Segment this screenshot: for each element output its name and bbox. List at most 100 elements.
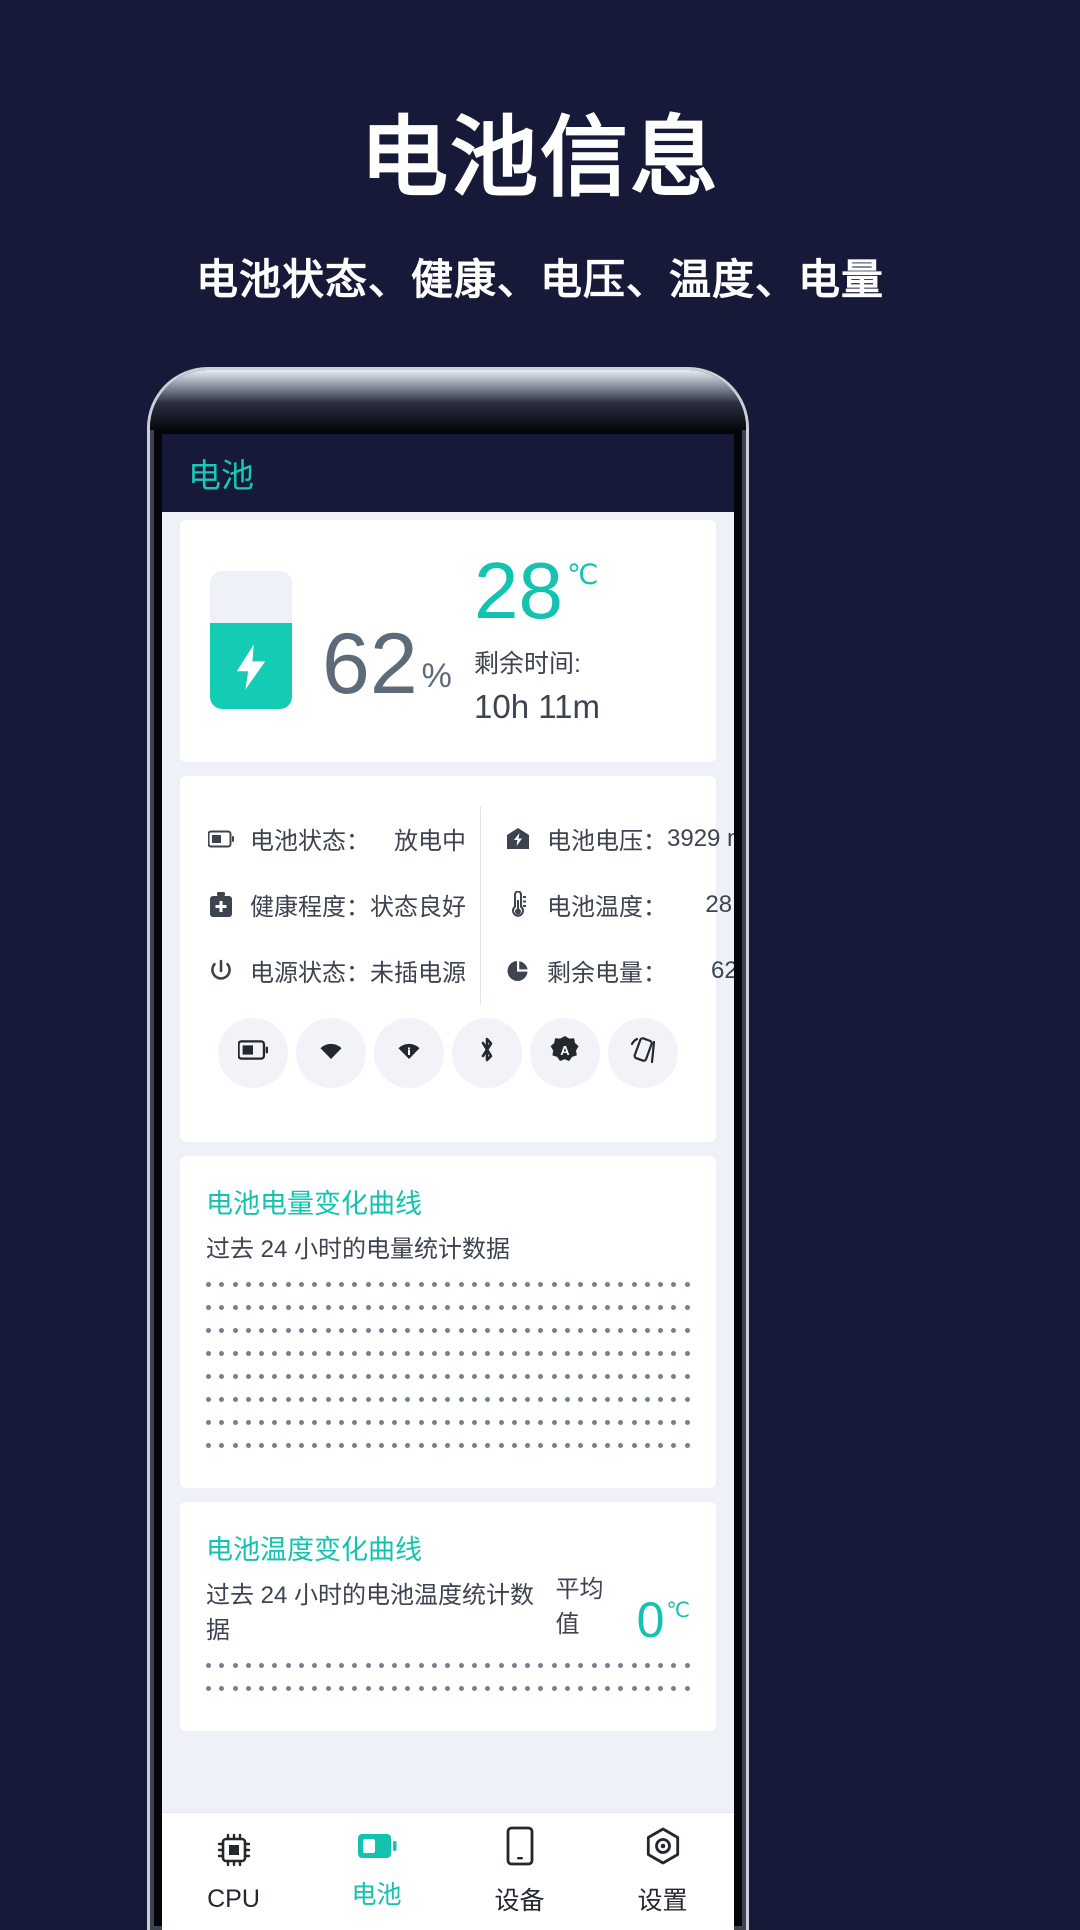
chart-dot	[578, 1281, 584, 1287]
chart-dot	[285, 1662, 291, 1668]
chart-dot	[618, 1350, 624, 1356]
chart-dot	[365, 1350, 371, 1356]
chart-dot	[418, 1419, 424, 1425]
chart-dot	[259, 1662, 265, 1668]
chart-dot	[565, 1304, 571, 1310]
chart-dot	[498, 1685, 504, 1691]
chart-dot	[631, 1396, 637, 1402]
chart-dot	[232, 1685, 238, 1691]
toggle-bluetooth[interactable]	[452, 1017, 522, 1088]
chart-dot	[618, 1685, 624, 1691]
chart-dot	[405, 1685, 411, 1691]
chart-dot	[259, 1327, 265, 1333]
chart-dot	[525, 1685, 531, 1691]
chart-dot	[498, 1442, 504, 1448]
chart-dot	[338, 1419, 344, 1425]
chart-dot	[312, 1327, 318, 1333]
chart-dot	[259, 1373, 265, 1379]
chart-dot	[378, 1396, 384, 1402]
chart-dot	[565, 1281, 571, 1287]
chart-dot	[206, 1662, 211, 1668]
nav-item-cpu[interactable]: CPU	[162, 1830, 305, 1914]
chart-dot	[219, 1419, 225, 1425]
nav-item-battery[interactable]: 电池	[305, 1832, 448, 1911]
chart-dot	[365, 1373, 371, 1379]
chart-dot	[604, 1304, 610, 1310]
chart-dot	[498, 1373, 504, 1379]
chart-dot	[565, 1396, 571, 1402]
chart-dot	[578, 1662, 584, 1668]
toggle-hotspot[interactable]	[374, 1017, 444, 1088]
chart-dot	[206, 1685, 211, 1691]
chart-dot	[365, 1304, 371, 1310]
toggle-auto-brightness[interactable]: A	[530, 1017, 600, 1088]
chart-dot	[445, 1281, 451, 1287]
page-subtitle: 电池状态、健康、电压、温度、电量	[195, 256, 884, 304]
page-title: 电池信息	[359, 108, 720, 207]
chart-dot	[511, 1281, 517, 1287]
chart-dot	[684, 1327, 690, 1333]
chart-dot	[538, 1685, 544, 1691]
chart-dot	[285, 1327, 291, 1333]
chart-dot	[352, 1304, 358, 1310]
chart-dot	[618, 1281, 624, 1287]
battery-percent: 62 %	[322, 554, 452, 726]
chart-dot	[432, 1350, 438, 1356]
chart-dot	[418, 1373, 424, 1379]
chart-dot	[325, 1350, 331, 1356]
chart-dot	[418, 1304, 424, 1310]
chart-dot	[618, 1373, 624, 1379]
chart-dot	[432, 1281, 438, 1287]
detail-value: 放电中	[394, 828, 466, 856]
chart-placeholder-grid	[206, 1662, 690, 1691]
chart-dot	[272, 1304, 278, 1310]
chart-dot	[245, 1442, 251, 1448]
chart-dot	[392, 1327, 398, 1333]
detail-value: 状态良好	[370, 894, 466, 922]
chart-dot	[206, 1396, 211, 1402]
chart-dot	[644, 1419, 650, 1425]
chart-dot	[591, 1373, 597, 1379]
toggle-wifi[interactable]	[296, 1017, 366, 1088]
chart-dot	[299, 1327, 305, 1333]
quick-toggles: A	[204, 1004, 692, 1122]
chart-dot-row	[206, 1442, 690, 1448]
toggle-rotation-lock[interactable]	[608, 1017, 678, 1088]
chart-dot	[471, 1662, 477, 1668]
nav-item-device[interactable]: 设备	[448, 1826, 591, 1917]
chart-dot	[498, 1662, 504, 1668]
chart-dot	[232, 1662, 238, 1668]
chart-dot-row	[206, 1350, 690, 1356]
chart-dot	[352, 1662, 358, 1668]
nav-label: 设置	[637, 1887, 688, 1915]
chart-dot	[245, 1396, 251, 1402]
chart-dot	[312, 1685, 318, 1691]
chart-dot	[511, 1304, 517, 1310]
chart-dot	[285, 1442, 291, 1448]
chart-dot	[565, 1419, 571, 1425]
scroll-content[interactable]: 62 % 28 ℃ 剩余时间: 10h 11m 电池状态： 放电中 健康程度： …	[162, 512, 734, 1812]
battery-summary-card: 62 % 28 ℃ 剩余时间: 10h 11m	[180, 520, 716, 762]
chart-dot	[445, 1327, 451, 1333]
chart-dot	[498, 1327, 504, 1333]
chart-dot	[445, 1373, 451, 1379]
chart-subtitle: 过去 24 小时的电量统计数据	[206, 1235, 511, 1263]
chart-dot	[365, 1327, 371, 1333]
chart-dot	[604, 1662, 610, 1668]
chart-dot	[418, 1396, 424, 1402]
chart-dot	[485, 1281, 491, 1287]
chart-dot	[631, 1662, 637, 1668]
hotspot-icon	[393, 1038, 425, 1067]
chart-dot	[591, 1350, 597, 1356]
chart-dot	[232, 1373, 238, 1379]
toggle-battery-saver[interactable]	[218, 1017, 288, 1088]
chart-dot	[511, 1396, 517, 1402]
chart-dot	[338, 1396, 344, 1402]
chart-dot	[405, 1373, 411, 1379]
chart-dot	[445, 1396, 451, 1402]
nav-item-settings[interactable]: 设置	[591, 1826, 734, 1917]
chart-dot	[392, 1442, 398, 1448]
chart-dot	[338, 1350, 344, 1356]
thermometer-icon	[501, 890, 535, 920]
chart-dot	[591, 1685, 597, 1691]
